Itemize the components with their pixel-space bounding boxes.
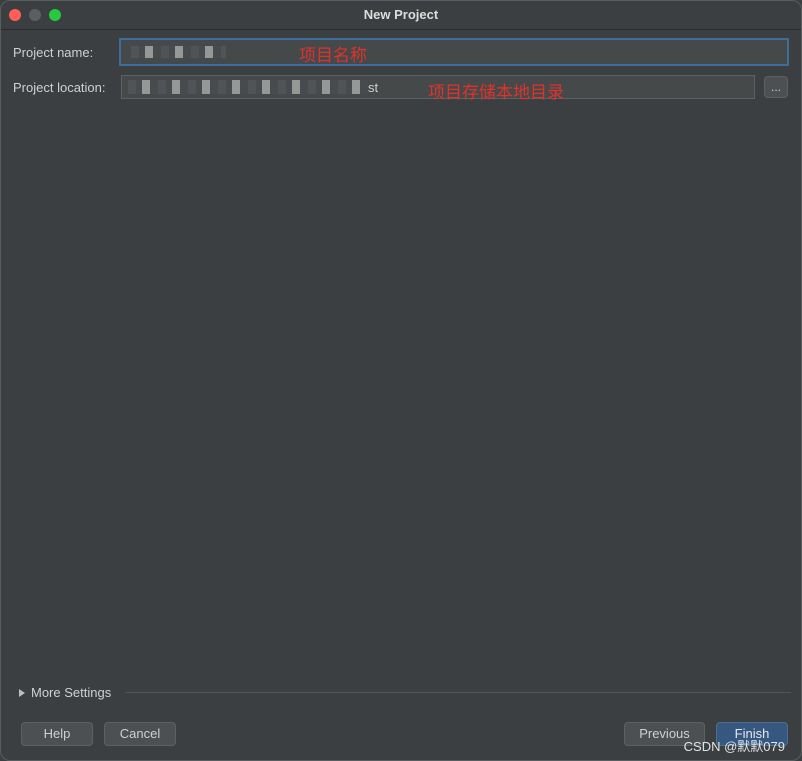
new-project-dialog: New Project Project name: 项目名称 Project l… <box>0 0 802 761</box>
more-settings-label: More Settings <box>31 685 112 700</box>
project-name-label: Project name: <box>13 45 94 60</box>
csdn-watermark: CSDN @默默079 <box>683 739 785 754</box>
location-text-suffix: st <box>368 80 379 95</box>
help-button[interactable]: Help <box>21 722 93 746</box>
browse-location-button[interactable]: ... <box>764 76 788 98</box>
title-bar: New Project <box>1 1 801 30</box>
redacted-text <box>128 80 368 94</box>
expand-triangle-icon <box>19 688 25 697</box>
project-name-input[interactable] <box>119 38 789 66</box>
project-name-annotation: 项目名称 <box>299 46 367 65</box>
redacted-text <box>131 46 226 58</box>
project-location-label: Project location: <box>13 80 106 95</box>
cancel-button[interactable]: Cancel <box>104 722 176 746</box>
window-title: New Project <box>363 7 439 22</box>
more-settings-toggle[interactable]: More Settings <box>19 685 111 700</box>
project-location-annotation: 项目存储本地目录 <box>428 83 564 102</box>
divider <box>126 692 791 693</box>
